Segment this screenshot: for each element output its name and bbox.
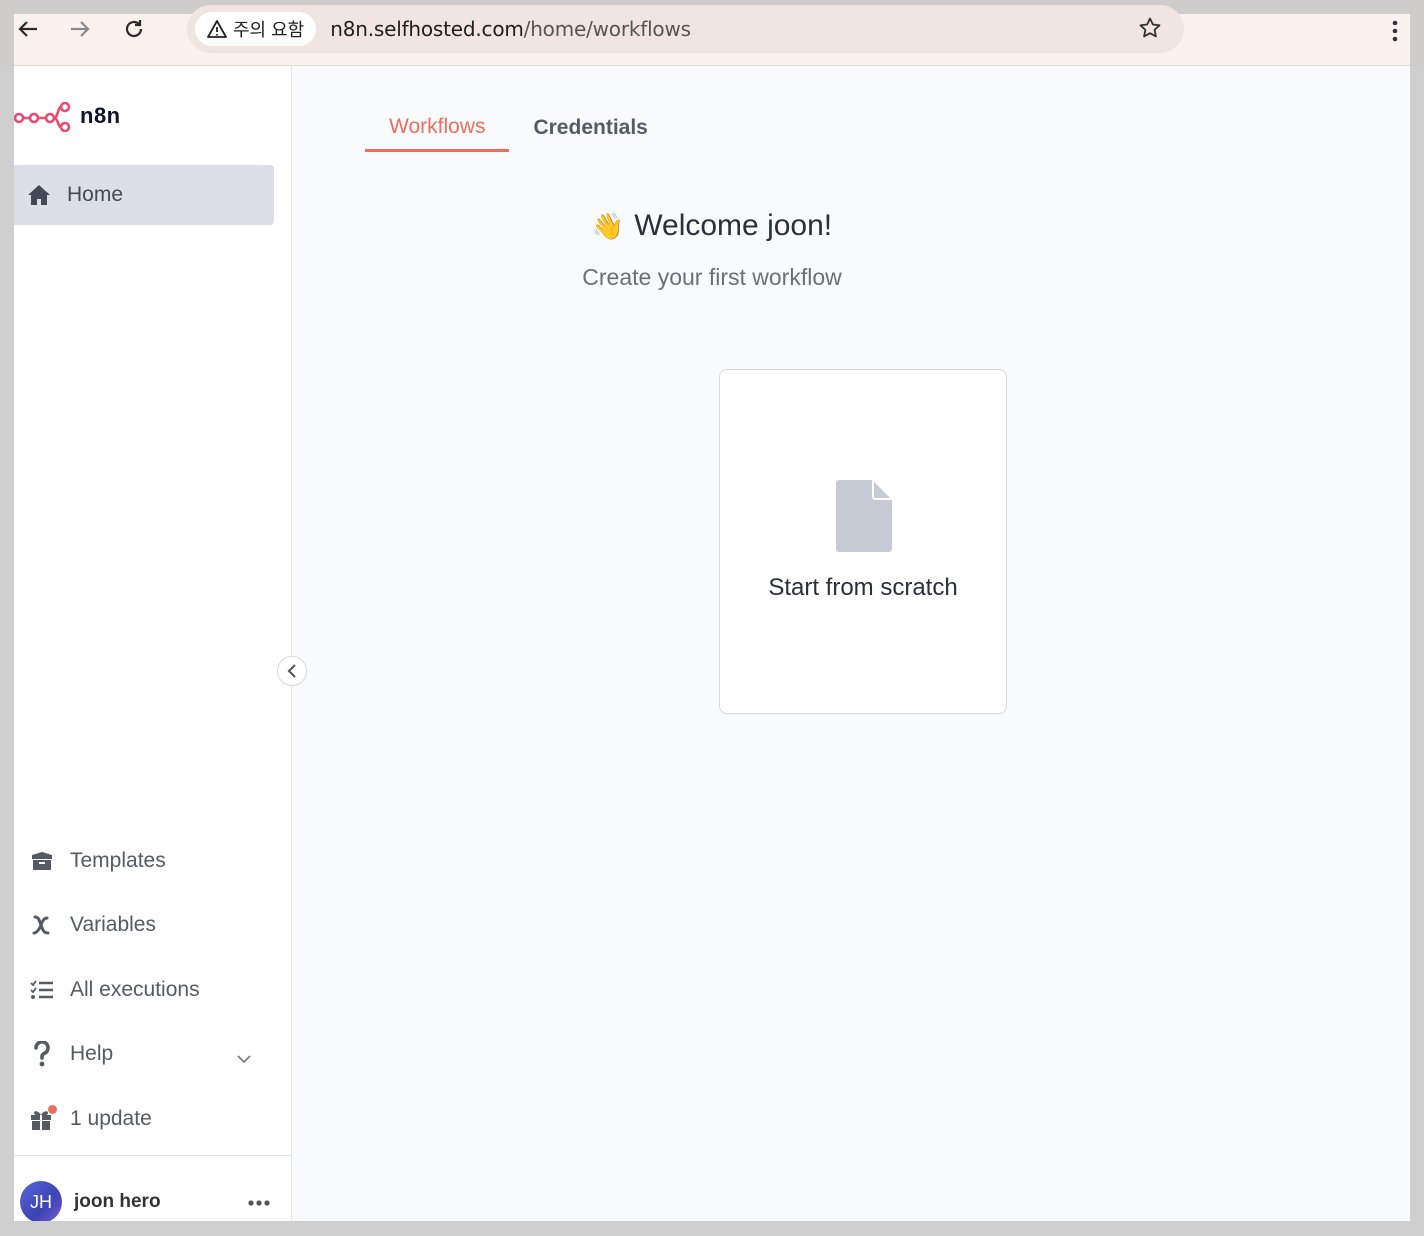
tab-workflows[interactable]: Workflows xyxy=(365,104,510,152)
wave-emoji-icon: 👋 xyxy=(591,211,625,241)
welcome-subtitle: Create your first workflow xyxy=(582,264,842,290)
security-label: 주의 요함 xyxy=(233,20,305,40)
address-bar[interactable]: 주의 요함 n8n.selfhosted.com/home/workflows xyxy=(187,5,1184,53)
user-profile[interactable]: JH joon hero xyxy=(20,1180,280,1221)
sidebar-item-updates[interactable]: 1 update xyxy=(14,1089,277,1149)
tab-credentials[interactable]: Credentials xyxy=(509,104,671,152)
variable-icon xyxy=(14,914,70,936)
brand-name: n8n xyxy=(80,103,121,128)
star-icon[interactable] xyxy=(1138,16,1162,47)
back-arrow-icon[interactable] xyxy=(8,12,48,46)
question-icon xyxy=(14,1041,70,1067)
forward-arrow-icon[interactable] xyxy=(60,12,100,46)
n8n-logo[interactable]: n8n xyxy=(14,98,121,134)
chevron-left-icon xyxy=(287,664,296,678)
browser-toolbar: 주의 요함 n8n.selfhosted.com/home/workflows xyxy=(14,5,1410,66)
url-host: n8n.selfhosted.com xyxy=(330,17,524,41)
card-label: Start from scratch xyxy=(768,574,958,601)
gift-icon xyxy=(14,1105,70,1131)
user-name: joon hero xyxy=(74,1191,161,1212)
n8n-logo-icon xyxy=(14,101,71,132)
tasks-list-icon xyxy=(14,979,70,1001)
sidebar-item-label: Help xyxy=(70,1042,114,1065)
sidebar-item-templates[interactable]: Templates xyxy=(14,831,277,891)
sidebar-item-variables[interactable]: Variables xyxy=(14,895,277,955)
reload-icon[interactable] xyxy=(114,12,154,46)
tab-bar: Workflows Credentials xyxy=(365,104,672,152)
kebab-menu-icon[interactable] xyxy=(1392,14,1398,53)
security-chip[interactable]: 주의 요함 xyxy=(195,12,317,46)
welcome-text: Welcome joon! xyxy=(634,209,833,242)
sidebar-item-label: All executions xyxy=(70,978,200,1001)
avatar[interactable]: JH xyxy=(20,1181,62,1221)
sidebar-item-label: Templates xyxy=(70,849,166,872)
app-root: n8n Home Templates Variables All executi… xyxy=(14,66,1410,1221)
more-options-icon[interactable] xyxy=(248,1186,270,1212)
welcome-heading: 👋 Welcome joon! xyxy=(14,209,1410,243)
sidebar-item-help[interactable]: Help xyxy=(14,1024,277,1084)
home-icon xyxy=(14,184,67,206)
file-icon xyxy=(836,480,892,557)
url-text[interactable]: n8n.selfhosted.com/home/workflows xyxy=(330,17,691,41)
start-from-scratch-card[interactable]: Start from scratch xyxy=(719,369,1007,714)
sidebar-item-label: Home xyxy=(67,183,124,206)
warning-icon xyxy=(207,20,227,38)
url-path: /home/workflows xyxy=(523,17,691,41)
box-icon xyxy=(14,851,70,871)
sidebar-item-label: Variables xyxy=(70,913,156,936)
browser-chrome: 주의 요함 n8n.selfhosted.com/home/workflows xyxy=(0,0,1424,66)
notification-dot xyxy=(48,1105,57,1114)
collapse-sidebar-button[interactable] xyxy=(277,656,307,686)
sidebar-divider xyxy=(14,1155,292,1156)
sidebar-item-executions[interactable]: All executions xyxy=(14,960,277,1020)
chevron-down-icon[interactable] xyxy=(237,1046,251,1070)
sidebar-item-label: 1 update xyxy=(70,1107,152,1130)
